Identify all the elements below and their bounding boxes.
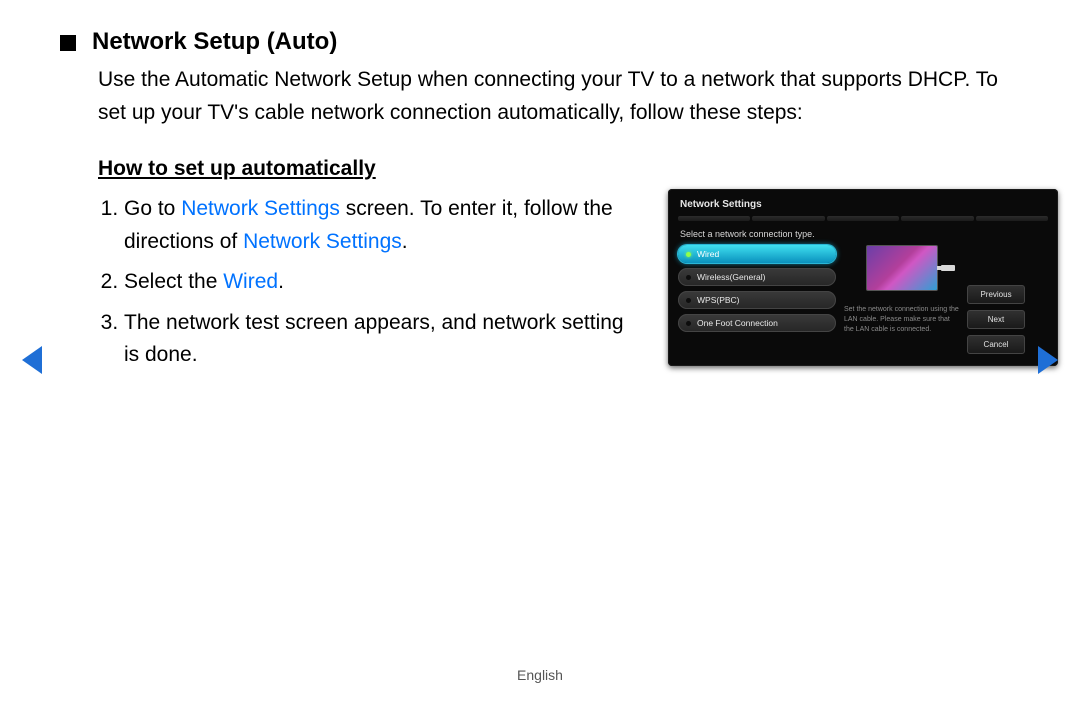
nav-next-arrow-icon[interactable] bbox=[1038, 346, 1058, 374]
next-button[interactable]: Next bbox=[967, 310, 1025, 329]
radio-dot-icon bbox=[686, 321, 691, 326]
lan-cable-icon bbox=[941, 265, 955, 271]
step-3: The network test screen appears, and net… bbox=[124, 307, 638, 372]
previous-button[interactable]: Previous bbox=[967, 285, 1025, 304]
option-wired[interactable]: Wired bbox=[678, 245, 836, 263]
dialog-prompt: Select a network connection type. bbox=[680, 229, 1048, 239]
network-settings-dialog: Network Settings Select a network connec… bbox=[668, 189, 1058, 366]
radio-dot-icon bbox=[686, 275, 691, 280]
link-network-settings-2: Network Settings bbox=[243, 230, 402, 253]
nav-prev-arrow-icon[interactable] bbox=[22, 346, 42, 374]
radio-dot-icon bbox=[686, 298, 691, 303]
option-one-foot-connection[interactable]: One Foot Connection bbox=[678, 314, 836, 332]
link-wired: Wired bbox=[223, 270, 278, 293]
connection-type-list: Wired Wireless(General) WPS(PBC) On bbox=[678, 245, 836, 354]
step-1: Go to Network Settings screen. To enter … bbox=[124, 193, 638, 258]
tv-preview-icon bbox=[866, 245, 938, 291]
footer-language: English bbox=[0, 667, 1080, 683]
dialog-title: Network Settings bbox=[678, 197, 1048, 216]
subheading: How to set up automatically bbox=[98, 157, 1020, 181]
cancel-button[interactable]: Cancel bbox=[967, 335, 1025, 354]
option-wps-pbc[interactable]: WPS(PBC) bbox=[678, 291, 836, 309]
section-title: Network Setup (Auto) bbox=[92, 28, 337, 56]
step-2: Select the Wired. bbox=[124, 266, 638, 299]
link-network-settings-1: Network Settings bbox=[181, 197, 340, 220]
intro-paragraph: Use the Automatic Network Setup when con… bbox=[98, 64, 1020, 129]
dialog-help-text: Set the network connection using the LAN… bbox=[844, 305, 959, 335]
option-wireless-general[interactable]: Wireless(General) bbox=[678, 268, 836, 286]
section-marker bbox=[60, 35, 76, 51]
radio-dot-icon bbox=[686, 252, 691, 257]
dialog-tab-strip bbox=[678, 216, 1048, 221]
